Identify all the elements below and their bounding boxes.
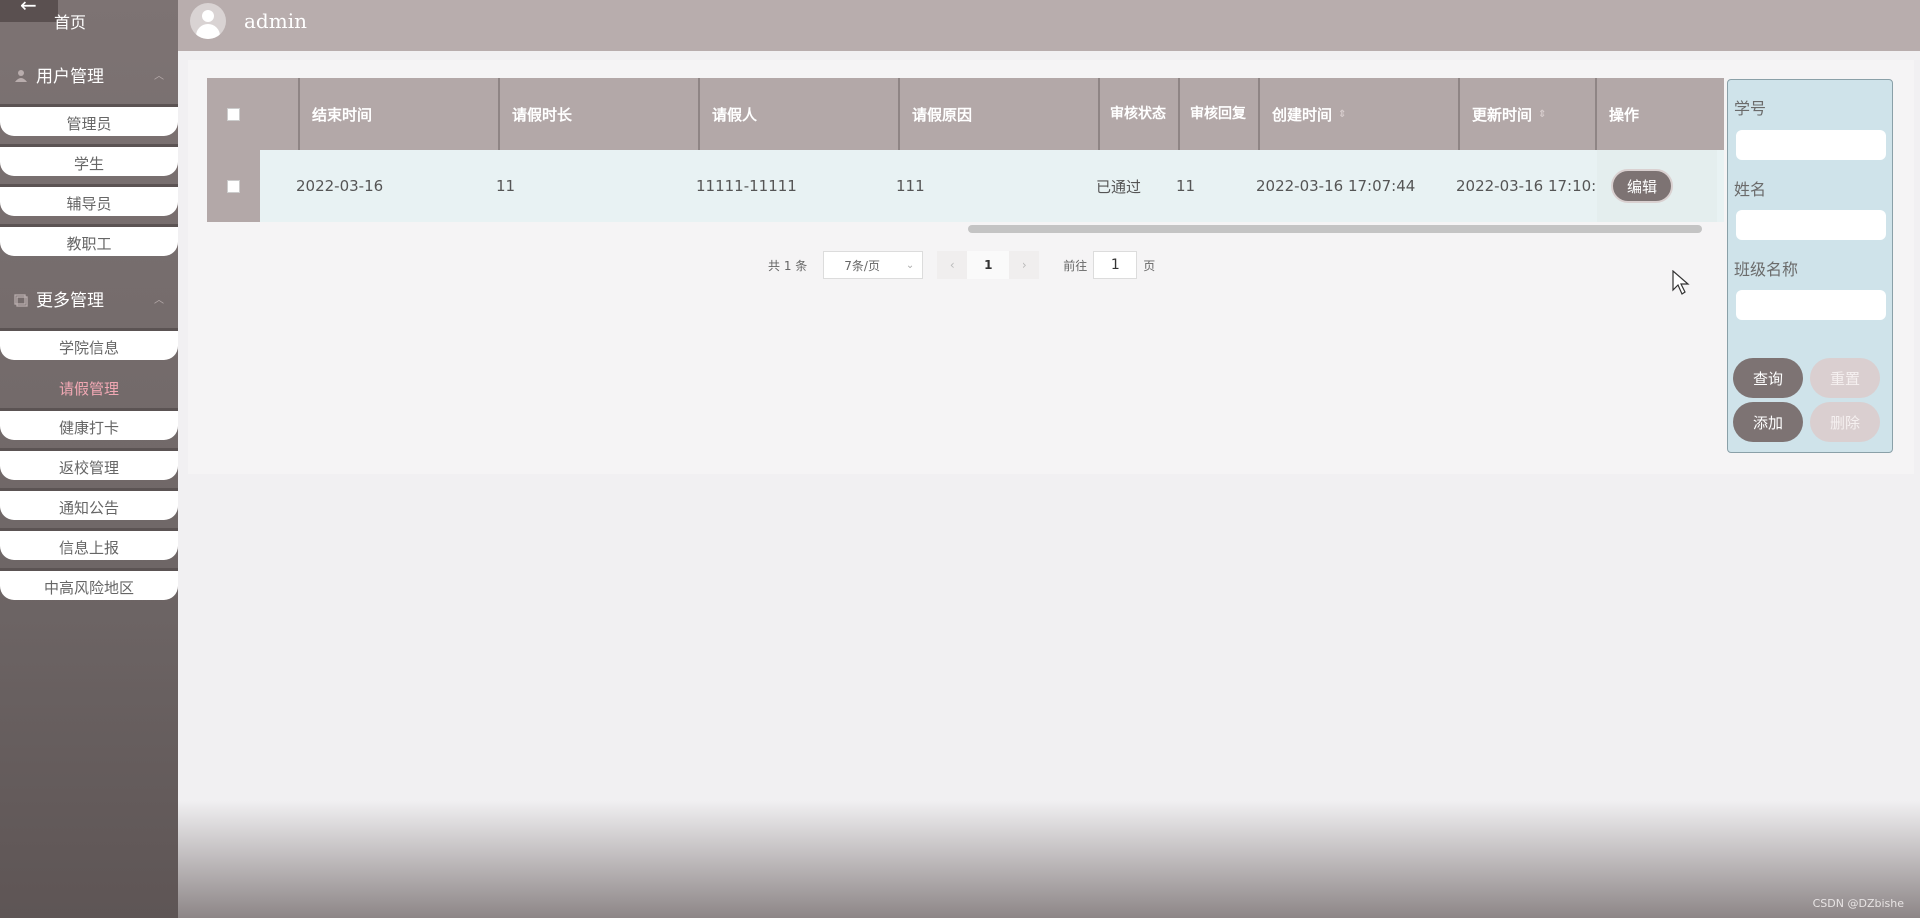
page-size-select[interactable]: 7条/页 ⌄ [823,251,924,279]
cell-updated: 2022-03-16 17:10:2 [1456,177,1597,195]
name-input[interactable] [1736,210,1886,240]
window-icon [14,292,28,307]
sidebar: ← 首页 用户管理 ︿ 管理员 学生 辅导员 教职工 更多管理 ︿ 学院信息 请… [0,0,178,918]
edit-button[interactable]: 编辑 [1611,169,1673,203]
username: admin [244,9,307,33]
sidebar-group-label: 更多管理 [36,291,104,311]
search-panel: 学号 姓名 班级名称 查询 重置 添加 删除 [1727,79,1893,453]
sidebar-group-more[interactable]: 更多管理 ︿ [14,286,164,311]
sidebar-item-staff[interactable]: 教职工 [0,224,178,256]
goto-suffix: 页 [1143,258,1156,273]
cell-status: 已通过 [1096,177,1142,196]
sidebar-item-admin[interactable]: 管理员 [0,104,178,136]
sidebar-item-notice[interactable]: 通知公告 [0,488,178,520]
class-name-input[interactable] [1736,290,1886,320]
chevron-up-icon: ︿ [154,295,164,306]
header-reason[interactable]: 请假原因 [900,78,1100,150]
top-bar: admin [178,0,1920,51]
sort-icon[interactable]: ⇕ [1338,109,1346,120]
sort-icon[interactable]: ⇕ [1538,109,1546,120]
header-updated-label: 更新时间 [1472,105,1533,124]
chevron-down-icon: ⌄ [905,259,915,271]
bottom-overlay [178,800,1920,918]
query-button[interactable]: 查询 [1733,358,1803,398]
cell-end-time: 2022-03-16 [296,177,384,195]
row-checkbox[interactable] [227,179,240,193]
name-label: 姓名 [1734,180,1767,199]
header-end-time[interactable]: 结束时间 [300,78,500,150]
table-header: 结束时间 请假时长 请假人 请假原因 审核状态 审核回复 创建时间 ⇕ 更新时间… [207,78,1724,150]
cell-duration: 11 [496,177,516,195]
back-button[interactable]: ← [0,0,58,22]
sidebar-item-health[interactable]: 健康打卡 [0,408,178,440]
header-reply[interactable]: 审核回复 [1180,78,1260,150]
reset-button[interactable]: 重置 [1810,358,1880,398]
sidebar-item-home[interactable]: 首页 [54,9,86,33]
index-header [260,78,300,150]
add-button[interactable]: 添加 [1733,402,1803,442]
page-size-value: 7条/页 [844,258,880,273]
chevron-left-icon: ‹ [949,258,955,272]
header-status[interactable]: 审核状态 [1100,78,1180,150]
sidebar-item-risk-area[interactable]: 中高风险地区 [0,568,178,600]
student-id-label: 学号 [1734,99,1767,118]
class-name-label: 班级名称 [1734,260,1799,279]
sidebar-item-counselor[interactable]: 辅导员 [0,184,178,216]
header-person[interactable]: 请假人 [700,78,900,150]
cell-reason: 111 [896,177,925,195]
horizontal-scrollbar[interactable] [968,225,1702,233]
student-id-input[interactable] [1736,130,1886,160]
page-number[interactable]: 1 [967,251,1010,279]
header-created[interactable]: 创建时间 ⇕ [1260,78,1460,150]
watermark: CSDN @DZbishe [1812,897,1904,910]
header-created-label: 创建时间 [1272,105,1333,124]
header-reply-label: 审核回复 [1190,106,1246,122]
sidebar-item-student[interactable]: 学生 [0,144,178,176]
avatar[interactable] [190,3,226,39]
pagination: 共 1 条 7条/页 ⌄ ‹ 1 › 前往 1 页 [768,250,1155,280]
sidebar-group-label: 用户管理 [36,67,104,87]
total-count: 共 1 条 [768,258,808,273]
sidebar-item-return[interactable]: 返校管理 [0,448,178,480]
sidebar-item-report[interactable]: 信息上报 [0,528,178,560]
delete-button[interactable]: 删除 [1810,402,1880,442]
arrow-left-icon: ← [20,0,37,17]
header-updated[interactable]: 更新时间 ⇕ [1460,78,1597,150]
goto-page-input[interactable]: 1 [1093,251,1138,279]
header-action: 操作 [1609,105,1640,124]
header-duration[interactable]: 请假时长 [500,78,700,150]
select-all-checkbox[interactable] [227,107,240,121]
goto-prefix: 前往 [1063,258,1088,273]
sidebar-item-leave[interactable]: 请假管理 [0,372,178,404]
header-status-label: 审核状态 [1110,106,1166,122]
sidebar-item-college[interactable]: 学院信息 [0,328,178,360]
cell-reply: 11 [1176,177,1196,195]
table-row: 2022-03-16 11 11111-11111 111 已通过 11 202… [207,150,1724,222]
select-all-cell [207,78,260,150]
sidebar-group-user[interactable]: 用户管理 ︿ [14,62,164,87]
cell-action: 编辑 [1597,150,1717,222]
cell-created: 2022-03-16 17:07:44 [1256,177,1416,195]
cell-person: 11111-11111 [696,177,797,195]
prev-page-button[interactable]: ‹ [937,251,968,279]
user-icon [14,68,28,82]
chevron-right-icon: › [1021,258,1027,272]
mouse-cursor-icon [1672,269,1690,300]
next-page-button[interactable]: › [1009,251,1040,279]
chevron-up-icon: ︿ [154,71,164,82]
row-select-cell [207,150,260,222]
